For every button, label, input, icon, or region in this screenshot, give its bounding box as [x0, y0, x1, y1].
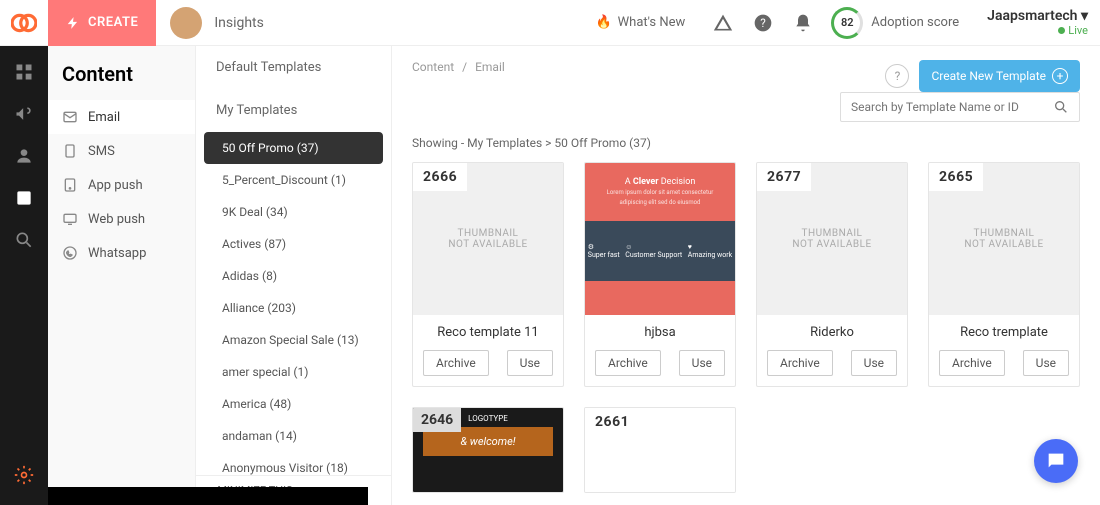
template-title: Reco tremplate: [929, 315, 1079, 340]
app-icon: [62, 177, 78, 193]
content-title: Content: [48, 58, 195, 100]
folder-item[interactable]: Actives (87): [196, 228, 391, 260]
tab-default-templates[interactable]: Default Templates: [196, 46, 391, 89]
bottom-strip: [48, 487, 368, 505]
content-icon[interactable]: [14, 188, 34, 208]
whats-new-link[interactable]: 🔥 What's New: [595, 15, 685, 30]
mail-icon: [62, 109, 78, 125]
web-icon: [62, 211, 78, 227]
folder-list[interactable]: 5_Percent_Discount (1) 9K Deal (34) Acti…: [196, 164, 391, 475]
channel-email[interactable]: Email: [48, 100, 195, 134]
archive-button[interactable]: Archive: [767, 350, 833, 376]
adoption-score-label: Adoption score: [871, 15, 959, 30]
chat-icon: [1045, 450, 1067, 472]
fire-icon: 🔥: [595, 15, 611, 30]
warning-icon[interactable]: [713, 13, 733, 33]
lightning-icon: [66, 16, 80, 30]
template-card[interactable]: A Clever DecisionLorem ipsum dolor sit a…: [584, 162, 736, 387]
channel-apppush[interactable]: App push: [48, 168, 195, 202]
left-nav: [0, 46, 48, 505]
plus-icon: +: [1052, 68, 1068, 84]
template-grid: 2666 THUMBNAIL NOT AVAILABLE Reco templa…: [412, 162, 1080, 493]
showing-text: Showing - My Templates > 50 Off Promo (3…: [412, 136, 1080, 150]
search-box[interactable]: [840, 92, 1080, 122]
help-button[interactable]: ?: [885, 64, 909, 88]
use-button[interactable]: Use: [679, 350, 725, 376]
template-card[interactable]: 2666 THUMBNAIL NOT AVAILABLE Reco templa…: [412, 162, 564, 387]
top-bar: CREATE Insights 🔥 What's New ? 82 Adopti…: [0, 0, 1100, 46]
template-id: 2666: [413, 163, 467, 191]
use-button[interactable]: Use: [851, 350, 897, 376]
folder-item[interactable]: America (48): [196, 388, 391, 420]
app-logo[interactable]: [0, 0, 48, 46]
bell-icon[interactable]: [793, 13, 813, 33]
search-icon[interactable]: [1053, 99, 1069, 115]
chat-fab[interactable]: [1034, 439, 1078, 483]
archive-button[interactable]: Archive: [423, 350, 489, 376]
template-id: 2646: [413, 408, 461, 432]
thumbnail-blank: 2661: [585, 408, 735, 493]
users-icon[interactable]: [14, 146, 34, 166]
folder-item[interactable]: Alliance (203): [196, 292, 391, 324]
adoption-score-ring[interactable]: 82: [831, 7, 863, 39]
folder-active[interactable]: 50 Off Promo (37): [204, 132, 383, 164]
folder-item[interactable]: Amazon Special Sale (13): [196, 324, 391, 356]
thumbnail-na: 2666 THUMBNAIL NOT AVAILABLE: [413, 163, 563, 315]
archive-button[interactable]: Archive: [595, 350, 661, 376]
search-nav-icon[interactable]: [14, 230, 34, 250]
folder-item[interactable]: 5_Percent_Discount (1): [196, 164, 391, 196]
account-menu[interactable]: Jaapsmartech ▾ Live: [987, 8, 1088, 37]
tab-my-templates[interactable]: My Templates: [196, 89, 391, 132]
archive-button[interactable]: Archive: [939, 350, 1005, 376]
template-card[interactable]: 2661: [584, 407, 736, 493]
channel-whatsapp[interactable]: Whatsapp: [48, 236, 195, 270]
folder-item[interactable]: andaman (14): [196, 420, 391, 452]
insights-link[interactable]: Insights: [214, 15, 264, 31]
folder-sidebar: Default Templates My Templates 50 Off Pr…: [196, 46, 392, 505]
template-id: 2677: [757, 163, 811, 191]
sms-icon: [62, 143, 78, 159]
breadcrumb-item: Email: [475, 60, 505, 74]
thumbnail-na: 2665 THUMBNAIL NOT AVAILABLE: [929, 163, 1079, 315]
user-avatar[interactable]: [170, 7, 202, 39]
template-card[interactable]: 2677 THUMBNAIL NOT AVAILABLE Riderko Arc…: [756, 162, 908, 387]
search-input[interactable]: [851, 100, 1053, 114]
folder-item[interactable]: Anonymous Visitor (18): [196, 452, 391, 475]
thumbnail-image: A Clever DecisionLorem ipsum dolor sit a…: [585, 163, 735, 315]
megaphone-icon[interactable]: [14, 104, 34, 124]
template-id: 2665: [929, 163, 983, 191]
dashboard-icon[interactable]: [14, 62, 34, 82]
template-title: Reco template 11: [413, 315, 563, 340]
use-button[interactable]: Use: [507, 350, 553, 376]
svg-text:?: ?: [761, 16, 767, 30]
whatsapp-icon: [62, 245, 78, 261]
folder-item[interactable]: 9K Deal (34): [196, 196, 391, 228]
folder-item[interactable]: amer special (1): [196, 356, 391, 388]
main-content: Content / Email ? Create New Template + …: [392, 46, 1100, 505]
template-id: 2661: [585, 408, 639, 436]
settings-icon[interactable]: [14, 465, 34, 485]
folder-item[interactable]: Adidas (8): [196, 260, 391, 292]
create-template-button[interactable]: Create New Template +: [919, 60, 1080, 92]
create-label: CREATE: [88, 15, 138, 30]
template-card[interactable]: 2646 LOGOTYPE & welcome!: [412, 407, 564, 493]
use-button[interactable]: Use: [1023, 350, 1069, 376]
channel-sidebar: Content Email SMS App push Web push What…: [48, 46, 196, 505]
template-title: Riderko: [757, 315, 907, 340]
thumbnail-na: 2677 THUMBNAIL NOT AVAILABLE: [757, 163, 907, 315]
help-icon[interactable]: ?: [753, 13, 773, 33]
thumbnail-image: 2646 LOGOTYPE & welcome!: [413, 408, 563, 493]
breadcrumb-item[interactable]: Content: [412, 60, 454, 74]
create-button[interactable]: CREATE: [48, 0, 156, 46]
template-card[interactable]: 2665 THUMBNAIL NOT AVAILABLE Reco trempl…: [928, 162, 1080, 387]
channel-webpush[interactable]: Web push: [48, 202, 195, 236]
channel-sms[interactable]: SMS: [48, 134, 195, 168]
template-title: hjbsa: [585, 315, 735, 340]
